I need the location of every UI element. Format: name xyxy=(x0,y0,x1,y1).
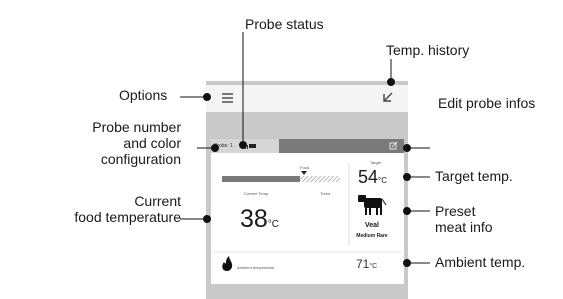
target-label: Target xyxy=(370,160,382,165)
callout-preset-meat-info: Preset meat info xyxy=(435,203,493,235)
callout-ambient-temp: Ambient temp. xyxy=(435,254,526,270)
callout-edit-probe-infos: Edit probe infos xyxy=(438,95,536,111)
callout-current-food-temp: Current food temperature xyxy=(74,193,181,225)
meat-doneness: Medium Rare xyxy=(356,233,388,239)
target-temp-value: 54°C xyxy=(358,167,388,187)
trend-label: Trend xyxy=(320,191,331,196)
ambient-temp-value: 71°C xyxy=(356,257,378,271)
callout-probe-status: Probe status xyxy=(245,16,324,32)
app-top-bar xyxy=(206,85,408,112)
callout-probe-number: Probe number and color configuration xyxy=(92,119,181,167)
current-temp-label: Current Temp. xyxy=(244,191,270,196)
current-temp-value: 38°C xyxy=(240,205,280,233)
probe-number-label: Probe: 1 xyxy=(214,143,233,149)
callout-target-temp: Target temp. xyxy=(435,168,513,184)
ambient-temp-label: Ambient temperature xyxy=(237,265,275,270)
food-label: Food xyxy=(300,165,310,170)
meat-name: Veal xyxy=(364,222,379,229)
callout-options: Options xyxy=(119,87,168,103)
callout-temp-history: Temp. history xyxy=(386,42,470,58)
